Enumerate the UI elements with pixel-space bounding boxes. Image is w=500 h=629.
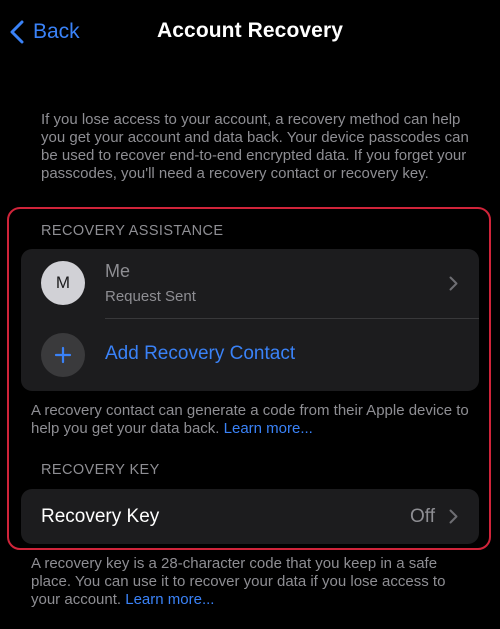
recovery-assistance-footer: A recovery contact can generate a code f… [31, 402, 476, 438]
chevron-right-icon [449, 509, 458, 524]
recovery-key-footer: A recovery key is a 28-character code th… [31, 555, 476, 609]
plus-circle-icon [41, 333, 85, 377]
learn-more-link[interactable]: Learn more... [224, 420, 313, 437]
navigation-bar: Back Account Recovery [0, 0, 500, 64]
add-recovery-contact-label: Add Recovery Contact [105, 343, 296, 364]
intro-description: If you lose access to your account, a re… [41, 111, 469, 182]
avatar: M [41, 261, 85, 305]
recovery-key-row[interactable]: Recovery Key Off [21, 489, 479, 544]
recovery-key-header: RECOVERY KEY [41, 462, 160, 478]
contact-name: Me [105, 261, 131, 281]
recovery-assistance-card: M Me Request Sent Add Recovery Contact [21, 249, 479, 391]
recovery-key-label: Recovery Key [41, 506, 160, 527]
recovery-key-footer-text: A recovery key is a 28-character code th… [31, 555, 446, 608]
add-recovery-contact-button[interactable]: Add Recovery Contact [21, 319, 479, 391]
learn-more-link[interactable]: Learn more... [125, 591, 214, 608]
recovery-assistance-header: RECOVERY ASSISTANCE [41, 223, 224, 239]
recovery-key-status: Off [410, 506, 435, 527]
contact-status: Request Sent [105, 288, 196, 305]
chevron-right-icon [449, 276, 458, 291]
recovery-contact-row-me[interactable]: M Me Request Sent [21, 249, 479, 318]
page-title: Account Recovery [157, 19, 343, 42]
